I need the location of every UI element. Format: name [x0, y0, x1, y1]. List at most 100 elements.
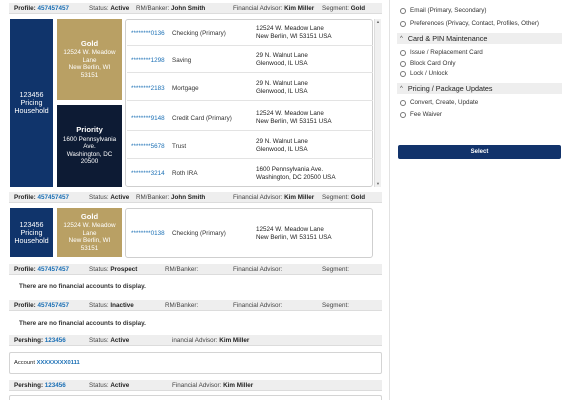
pershing-link[interactable]: 123456: [45, 337, 66, 344]
account-number[interactable]: ********9148: [131, 115, 165, 122]
account-address: 12524 W. Meadow Lane New Berlin, WI 53151…: [256, 110, 332, 125]
advisor-field: Financial Advisor: Kim Miller: [233, 193, 315, 201]
section-title: Card & PIN Maintenance: [407, 34, 488, 43]
account-type: Trust: [172, 142, 187, 150]
profile-field: Profile: 457457457: [14, 193, 69, 201]
profile-link[interactable]: 457457457: [37, 194, 69, 201]
select-button[interactable]: Select: [398, 145, 561, 159]
account-row[interactable]: ********9148 Credit Card (Primary) 12524…: [127, 106, 373, 131]
account-row[interactable]: ********0138 Checking (Primary) 12524 W.…: [127, 221, 373, 246]
profile-bar: Profile: 457457457 Status: Active RM/Ban…: [9, 192, 382, 203]
scroll-up-icon[interactable]: ▲: [375, 19, 381, 25]
profile-link[interactable]: 457457457: [37, 302, 69, 309]
radio-option[interactable]: Email (Primary, Secondary): [400, 7, 487, 14]
tier-address: 12524 W. Meadow Lane New Berlin, WI 5315…: [63, 49, 116, 79]
radio-option[interactable]: Issue / Replacement Card: [400, 49, 483, 56]
account-number[interactable]: ********1298: [131, 57, 165, 64]
pershing-link[interactable]: 123456: [45, 382, 66, 389]
no-accounts-message: There are no financial accounts to displ…: [19, 320, 146, 327]
chevron-up-icon[interactable]: ^: [400, 36, 403, 42]
gold-tier-card[interactable]: Gold 12524 W. Meadow Lane New Berlin, WI…: [57, 208, 122, 257]
account-number[interactable]: ********2183: [131, 85, 165, 92]
account-number[interactable]: ********5678: [131, 143, 165, 150]
pershing-bar: Pershing: 123456 Status: Active inancial…: [9, 335, 382, 346]
account-address: 1600 Pennsylvania Ave. Washington, DC 205…: [256, 165, 336, 181]
account-row[interactable]: ********5678 Trust 29 N. Walnut Lane Glen…: [127, 134, 373, 159]
profile-field: Profile: 457457457: [14, 4, 69, 12]
tier-address: 1600 Pennsylvania Ave. Washington, DC 20…: [62, 135, 117, 166]
section-pricing[interactable]: ^ Pricing / Package Updates: [397, 83, 562, 94]
rm-banker-field: RM/Banker:: [165, 265, 199, 273]
section-card-pin[interactable]: ^ Card & PIN Maintenance: [397, 33, 562, 44]
gold-tier-card[interactable]: Gold 12524 W. Meadow Lane New Berlin, WI…: [57, 19, 122, 100]
radio-circle-icon[interactable]: [400, 20, 406, 27]
status-field: Status: Active: [89, 193, 130, 201]
account-address: 29 N. Walnut Lane Glenwood, IL USA: [256, 52, 308, 67]
tier-label: Priority: [76, 125, 103, 135]
status-field: Status: Inactive: [89, 301, 134, 309]
segment-field: Segment:: [322, 301, 349, 309]
advisor-field: Financial Advisor:: [233, 301, 283, 309]
rm-banker-field: RM/Banker: John Smith: [136, 4, 206, 12]
status-field: Status: Active: [89, 381, 130, 389]
account-address: 29 N. Walnut Lane Glenwood, IL USA: [256, 138, 308, 153]
radio-option[interactable]: Convert, Create, Update: [400, 99, 478, 106]
no-accounts-message: There are no financial accounts to displ…: [19, 283, 146, 290]
account-row[interactable]: ********1298 Saving 29 N. Walnut Lane Gle…: [127, 48, 373, 73]
radio-circle-icon[interactable]: [400, 7, 406, 14]
account-row[interactable]: ********2183 Mortgage 29 N. Walnut Lane G…: [127, 76, 373, 101]
profile-bar: Profile: 457457457 Status: Inactive RM/B…: [9, 300, 382, 311]
radio-circle-icon[interactable]: [400, 49, 406, 56]
account-address: 29 N. Walnut Lane Glenwood, IL USA: [256, 80, 308, 95]
account-number[interactable]: ********3214: [131, 170, 165, 177]
chevron-up-icon[interactable]: ^: [400, 86, 403, 92]
status-field: Status: Prospect: [89, 265, 138, 273]
account-type: Roth IRA: [172, 170, 198, 177]
account-list: ********0138 Checking (Primary) 12524 W.…: [125, 208, 373, 258]
account-row[interactable]: ********0136 Checking (Primary) 12524 W.…: [127, 21, 373, 46]
radio-option[interactable]: Lock / Unlock: [400, 70, 448, 77]
radio-circle-icon[interactable]: [400, 70, 406, 77]
rm-banker-field: RM/Banker: John Smith: [136, 193, 206, 201]
account-type: Checking (Primary): [172, 230, 226, 237]
segment-field: Segment: Gold: [322, 193, 366, 201]
profile-field: Profile: 457457457: [14, 265, 69, 273]
section-title: Pricing / Package Updates: [407, 84, 493, 93]
priority-tier-card[interactable]: Priority 1600 Pennsylvania Ave. Washingt…: [57, 105, 122, 187]
account-address: 12524 W. Meadow Lane New Berlin, WI 53151…: [256, 225, 332, 241]
account-number[interactable]: ********0136: [131, 30, 165, 37]
pershing-account-link[interactable]: XXXXXXXX0111: [37, 360, 80, 366]
advisor-field: Financial Advisor: Kim Miller: [172, 381, 254, 389]
radio-circle-icon[interactable]: [400, 60, 406, 67]
account-row[interactable]: ********3214 Roth IRA 1600 Pennsylvania …: [127, 161, 373, 186]
advisor-field: inancial Advisor: Kim Miller: [172, 336, 250, 344]
pershing-account-box: [9, 395, 382, 400]
status-field: Status: Active: [89, 336, 130, 344]
pershing-bar: Pershing: 123456 Status: Active Financia…: [9, 380, 382, 391]
radio-option[interactable]: Fee Waiver: [400, 111, 442, 118]
profile-link[interactable]: 457457457: [37, 5, 69, 12]
profile-link[interactable]: 457457457: [37, 266, 69, 273]
radio-option[interactable]: Preferences (Privacy, Contact, Profiles,…: [400, 20, 539, 27]
household-card[interactable]: 123456 Pricing Household: [10, 208, 53, 257]
tier-label: Gold: [80, 38, 99, 48]
account-label: Account: [14, 360, 35, 366]
radio-circle-icon[interactable]: [400, 111, 406, 118]
segment-field: Segment: Gold: [322, 4, 366, 12]
pershing-account-box: Account XXXXXXXX0111: [9, 352, 382, 374]
radio-option[interactable]: Block Card Only: [400, 60, 456, 67]
advisor-field: Financial Advisor: Kim Miller: [233, 4, 315, 12]
radio-circle-icon[interactable]: [400, 99, 406, 106]
account-number[interactable]: ********0138: [131, 230, 165, 237]
account-list-scrollbar[interactable]: ▲ ▼: [374, 19, 381, 187]
advisor-field: Financial Advisor:: [233, 265, 283, 273]
account-address: 12524 W. Meadow Lane New Berlin, WI 53151…: [256, 25, 332, 40]
scroll-down-icon[interactable]: ▼: [375, 181, 381, 187]
tier-address: 12524 W. Meadow Lane New Berlin, WI 5315…: [63, 222, 116, 252]
household-card[interactable]: 123456 Pricing Household: [10, 19, 53, 187]
account-type: Checking (Primary): [172, 29, 226, 37]
profile-bar: Profile: 457457457 Status: Prospect RM/B…: [9, 264, 382, 275]
rm-banker-field: RM/Banker:: [165, 301, 199, 309]
account-list: ********0136 Checking (Primary) 12524 W.…: [125, 19, 373, 187]
pershing-field: Pershing: 123456: [14, 381, 66, 389]
